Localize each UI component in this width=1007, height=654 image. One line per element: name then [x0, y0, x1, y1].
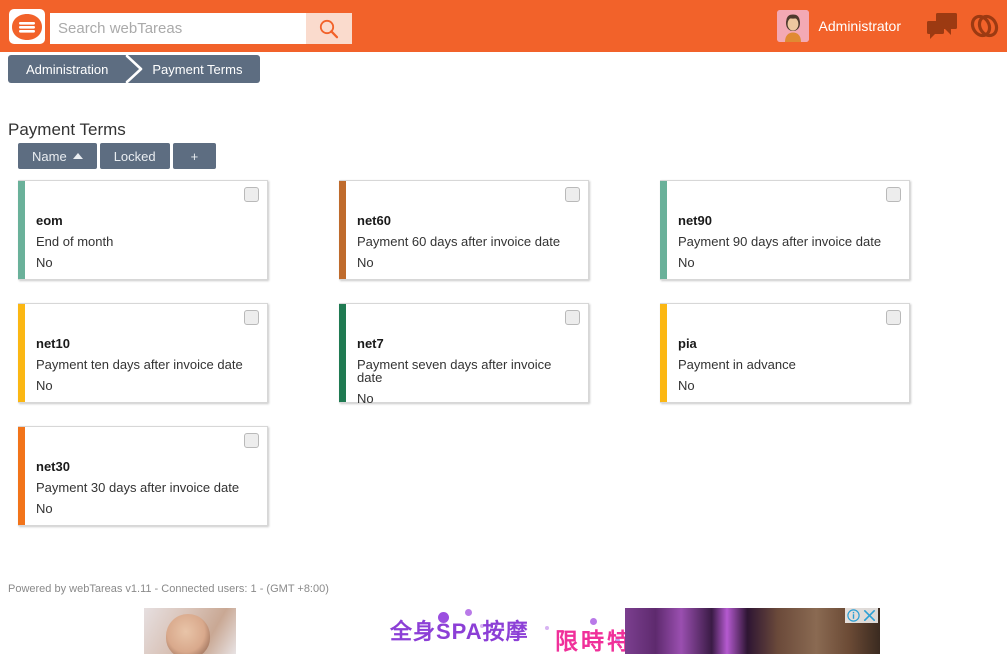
- card-select-checkbox[interactable]: [565, 310, 580, 325]
- card-locked-label: No: [36, 256, 259, 269]
- card-accent-bar: [339, 304, 346, 402]
- chevron-right-icon: [124, 55, 146, 83]
- card-accent-bar: [18, 427, 25, 525]
- search-icon: [318, 18, 340, 40]
- card-locked-label: No: [357, 392, 580, 405]
- card-content: pia Payment in advance No: [678, 337, 901, 392]
- caret-up-icon: [73, 153, 83, 159]
- card-select-checkbox[interactable]: [244, 310, 259, 325]
- card-accent-bar: [660, 181, 667, 279]
- card-accent-bar: [339, 181, 346, 279]
- card-name-label: net7: [357, 337, 580, 350]
- card-name-label: pia: [678, 337, 901, 350]
- payment-term-card[interactable]: net90 Payment 90 days after invoice date…: [660, 180, 910, 280]
- card-description-label: End of month: [36, 235, 259, 248]
- sort-by-locked-button[interactable]: Locked: [100, 143, 170, 169]
- payment-term-card[interactable]: net10 Payment ten days after invoice dat…: [18, 303, 268, 403]
- card-select-checkbox[interactable]: [244, 433, 259, 448]
- ad-photo-right: [625, 608, 880, 654]
- avatar[interactable]: [777, 10, 809, 42]
- card-locked-label: No: [678, 256, 901, 269]
- card-content: net7 Payment seven days after invoice da…: [357, 337, 580, 405]
- list-toolbar: Name Locked +: [18, 143, 216, 169]
- card-content: net10 Payment ten days after invoice dat…: [36, 337, 259, 392]
- top-header-bar: Administrator: [0, 0, 1007, 52]
- card-description-label: Payment 30 days after invoice date: [36, 481, 259, 494]
- breadcrumb: Administration Payment Terms: [8, 55, 260, 83]
- breadcrumb-item-administration[interactable]: Administration: [8, 55, 124, 83]
- sort-by-name-button[interactable]: Name: [18, 143, 97, 169]
- search-input[interactable]: [50, 13, 306, 44]
- user-header-area: Administrator: [777, 0, 999, 52]
- ad-dot: [545, 626, 549, 630]
- card-locked-label: No: [36, 502, 259, 515]
- card-accent-bar: [660, 304, 667, 402]
- card-description-label: Payment 90 days after invoice date: [678, 235, 901, 248]
- payment-term-card[interactable]: eom End of month No: [18, 180, 268, 280]
- chat-bubbles-icon[interactable]: [925, 11, 959, 41]
- webtareas-logo-icon: [12, 14, 42, 40]
- app-logo[interactable]: [9, 9, 45, 44]
- card-name-label: net90: [678, 214, 901, 227]
- card-select-checkbox[interactable]: [244, 187, 259, 202]
- card-locked-label: No: [36, 379, 259, 392]
- ad-headline: 全身SPA按摩: [390, 614, 529, 646]
- card-description-label: Payment in advance: [678, 358, 901, 371]
- card-content: net90 Payment 90 days after invoice date…: [678, 214, 901, 269]
- search-button[interactable]: [306, 13, 352, 44]
- breadcrumb-item-payment-terms[interactable]: Payment Terms: [146, 55, 260, 83]
- ad-photo-left: [144, 608, 236, 654]
- card-accent-bar: [18, 181, 25, 279]
- adchoices-info-icon[interactable]: [847, 609, 860, 622]
- card-select-checkbox[interactable]: [565, 187, 580, 202]
- card-description-label: Payment 60 days after invoice date: [357, 235, 580, 248]
- ad-close-icon[interactable]: [863, 609, 876, 622]
- ad-banner[interactable]: 全身SPA按摩 限時特價: [120, 608, 880, 654]
- sort-locked-label: Locked: [114, 149, 156, 164]
- add-label: +: [191, 149, 199, 164]
- ad-face-image: [166, 614, 210, 654]
- payment-term-card[interactable]: net60 Payment 60 days after invoice date…: [339, 180, 589, 280]
- ad-choices-controls[interactable]: [845, 608, 878, 623]
- page-title: Payment Terms: [8, 120, 126, 140]
- card-description-label: Payment seven days after invoice date: [357, 358, 580, 384]
- user-name-label: Administrator: [819, 18, 901, 34]
- card-name-label: net10: [36, 337, 259, 350]
- card-locked-label: No: [678, 379, 901, 392]
- card-name-label: eom: [36, 214, 259, 227]
- card-name-label: net30: [36, 460, 259, 473]
- card-accent-bar: [18, 304, 25, 402]
- breadcrumb-separator: [124, 55, 146, 83]
- footer-text: Powered by webTareas v1.11 - Connected u…: [8, 583, 329, 595]
- payment-term-card[interactable]: net7 Payment seven days after invoice da…: [339, 303, 589, 403]
- card-locked-label: No: [357, 256, 580, 269]
- chain-link-icon[interactable]: [969, 11, 999, 41]
- sort-name-label: Name: [32, 149, 67, 164]
- card-description-label: Payment ten days after invoice date: [36, 358, 259, 371]
- card-content: net30 Payment 30 days after invoice date…: [36, 460, 259, 515]
- user-avatar-icon: [777, 10, 809, 42]
- add-payment-term-button[interactable]: +: [173, 143, 217, 169]
- card-content: net60 Payment 60 days after invoice date…: [357, 214, 580, 269]
- card-select-checkbox[interactable]: [886, 310, 901, 325]
- card-content: eom End of month No: [36, 214, 259, 269]
- payment-term-card[interactable]: net30 Payment 30 days after invoice date…: [18, 426, 268, 526]
- payment-term-card[interactable]: pia Payment in advance No: [660, 303, 910, 403]
- search-bar: [50, 13, 352, 44]
- card-select-checkbox[interactable]: [886, 187, 901, 202]
- card-name-label: net60: [357, 214, 580, 227]
